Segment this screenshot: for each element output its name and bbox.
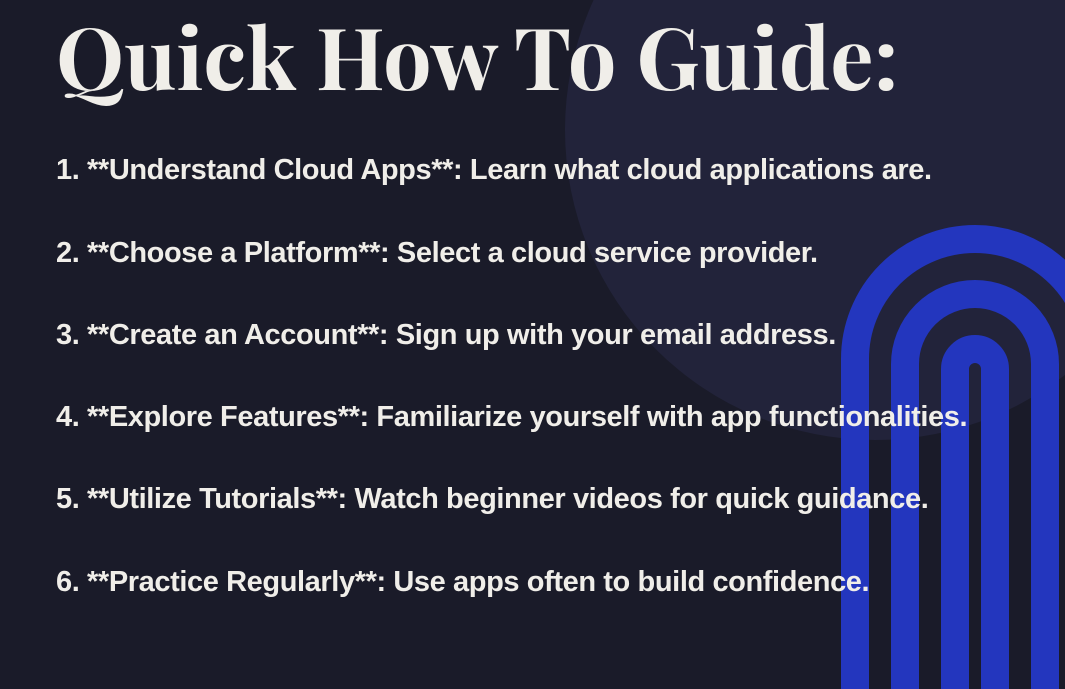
list-item: 3. **Create an Account**: Sign up with y… <box>56 317 1009 353</box>
list-item: 1. **Understand Cloud Apps**: Learn what… <box>56 152 1009 188</box>
page-title: Quick How To Guide: <box>56 10 1009 100</box>
guide-list: 1. **Understand Cloud Apps**: Learn what… <box>56 152 1009 600</box>
list-item: 4. **Explore Features**: Familiarize you… <box>56 399 1009 435</box>
list-item: 6. **Practice Regularly**: Use apps ofte… <box>56 564 1009 600</box>
list-item: 5. **Utilize Tutorials**: Watch beginner… <box>56 481 1009 517</box>
list-item: 2. **Choose a Platform**: Select a cloud… <box>56 235 1009 271</box>
main-content: Quick How To Guide: 1. **Understand Clou… <box>0 0 1065 600</box>
